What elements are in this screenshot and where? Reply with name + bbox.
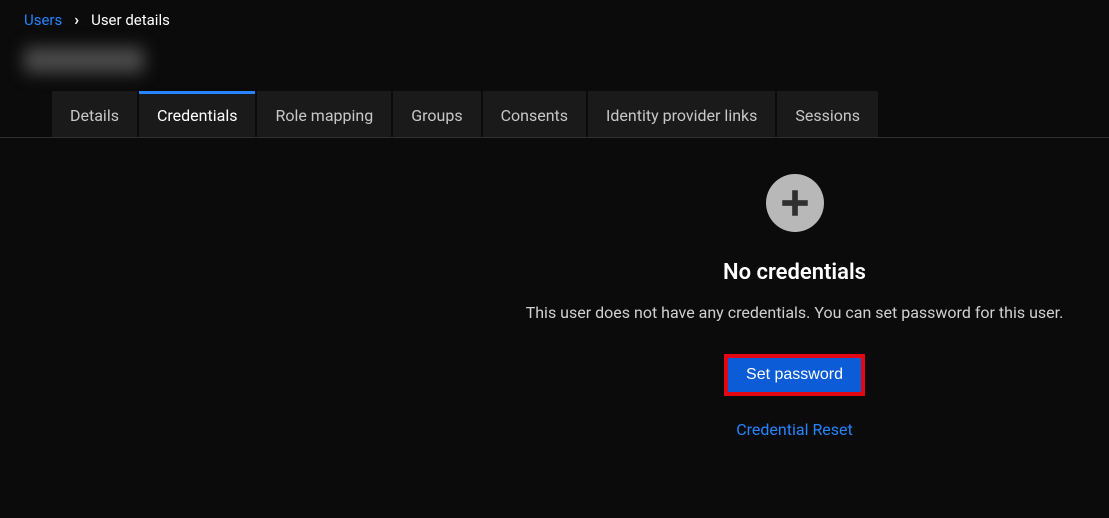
set-password-button[interactable]: Set password <box>724 354 865 396</box>
breadcrumb-current: User details <box>91 11 170 29</box>
tabs: Details Credentials Role mapping Groups … <box>0 91 1109 138</box>
tab-sessions[interactable]: Sessions <box>777 91 878 137</box>
chevron-right-icon: › <box>74 10 79 29</box>
breadcrumb-parent-link[interactable]: Users <box>24 11 62 29</box>
tab-credentials[interactable]: Credentials <box>139 91 256 137</box>
page-title-area <box>0 35 1109 91</box>
tab-consents[interactable]: Consents <box>483 91 586 137</box>
user-name-redacted <box>24 47 144 73</box>
tab-role-mapping[interactable]: Role mapping <box>257 91 391 137</box>
empty-state-description: This user does not have any credentials.… <box>526 303 1064 322</box>
tab-groups[interactable]: Groups <box>393 91 480 137</box>
empty-state: No credentials This user does not have a… <box>480 174 1109 439</box>
tab-identity-provider-links[interactable]: Identity provider links <box>588 91 775 137</box>
plus-circle-icon <box>766 174 824 232</box>
breadcrumb: Users › User details <box>0 0 1109 35</box>
credential-reset-link[interactable]: Credential Reset <box>736 420 853 439</box>
empty-state-title: No credentials <box>723 260 866 285</box>
tab-details[interactable]: Details <box>52 91 137 137</box>
